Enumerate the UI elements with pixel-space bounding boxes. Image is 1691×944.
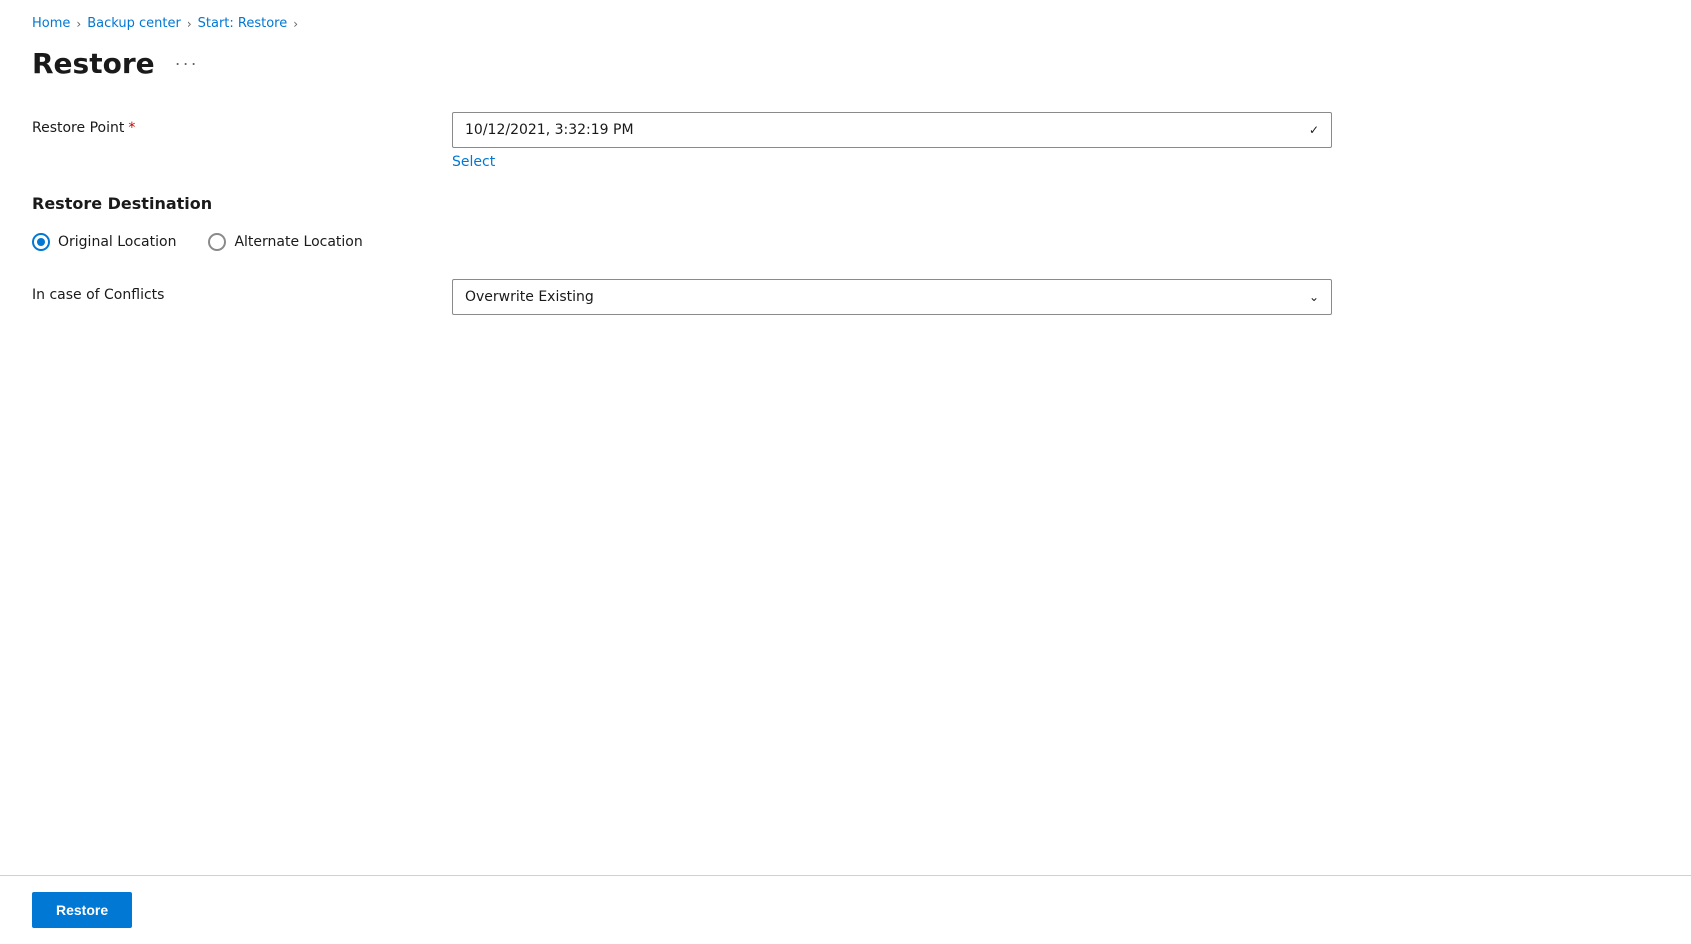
- restore-point-control-wrapper: 10/12/2021, 3:32:19 PM ✓ Select: [452, 112, 1332, 170]
- radio-original-label: Original Location: [58, 234, 176, 250]
- conflicts-value: Overwrite Existing: [465, 289, 594, 305]
- restore-point-row: Restore Point * 10/12/2021, 3:32:19 PM ✓…: [32, 112, 1332, 170]
- radio-original-input[interactable]: [32, 233, 50, 251]
- restore-point-value: 10/12/2021, 3:32:19 PM: [465, 122, 634, 138]
- breadcrumb-current[interactable]: Start: Restore: [198, 16, 288, 31]
- radio-option-alternate[interactable]: Alternate Location: [208, 233, 362, 251]
- restore-point-select-link[interactable]: Select: [452, 154, 1332, 170]
- more-options-button[interactable]: ···: [167, 49, 207, 78]
- restore-destination-section: Restore Destination Original Location Al…: [32, 194, 1332, 251]
- restore-point-label: Restore Point *: [32, 112, 452, 136]
- conflicts-control-wrapper: Overwrite Existing ⌄: [452, 279, 1332, 315]
- restore-button[interactable]: Restore: [32, 892, 132, 928]
- required-indicator: *: [128, 120, 135, 136]
- restore-point-chevron-icon: ✓: [1309, 123, 1319, 137]
- breadcrumb-sep-3: ›: [293, 17, 298, 31]
- radio-alternate-label: Alternate Location: [234, 234, 362, 250]
- footer-bar: Restore: [0, 875, 1691, 944]
- conflicts-chevron-icon: ⌄: [1309, 290, 1319, 304]
- conflicts-row: In case of Conflicts Overwrite Existing …: [32, 279, 1332, 315]
- page-header: Restore ···: [32, 47, 1659, 80]
- breadcrumb: Home › Backup center › Start: Restore ›: [32, 16, 1659, 31]
- breadcrumb-sep-2: ›: [187, 17, 192, 31]
- breadcrumb-home[interactable]: Home: [32, 16, 70, 31]
- restore-form: Restore Point * 10/12/2021, 3:32:19 PM ✓…: [32, 112, 1332, 315]
- radio-alternate-input[interactable]: [208, 233, 226, 251]
- page-title: Restore: [32, 47, 155, 80]
- restore-destination-radio-group: Original Location Alternate Location: [32, 233, 1332, 251]
- restore-destination-title: Restore Destination: [32, 194, 1332, 213]
- breadcrumb-backup-center[interactable]: Backup center: [87, 16, 181, 31]
- radio-option-original[interactable]: Original Location: [32, 233, 176, 251]
- conflicts-label: In case of Conflicts: [32, 279, 452, 303]
- restore-point-dropdown[interactable]: 10/12/2021, 3:32:19 PM ✓: [452, 112, 1332, 148]
- breadcrumb-sep-1: ›: [76, 17, 81, 31]
- conflicts-dropdown[interactable]: Overwrite Existing ⌄: [452, 279, 1332, 315]
